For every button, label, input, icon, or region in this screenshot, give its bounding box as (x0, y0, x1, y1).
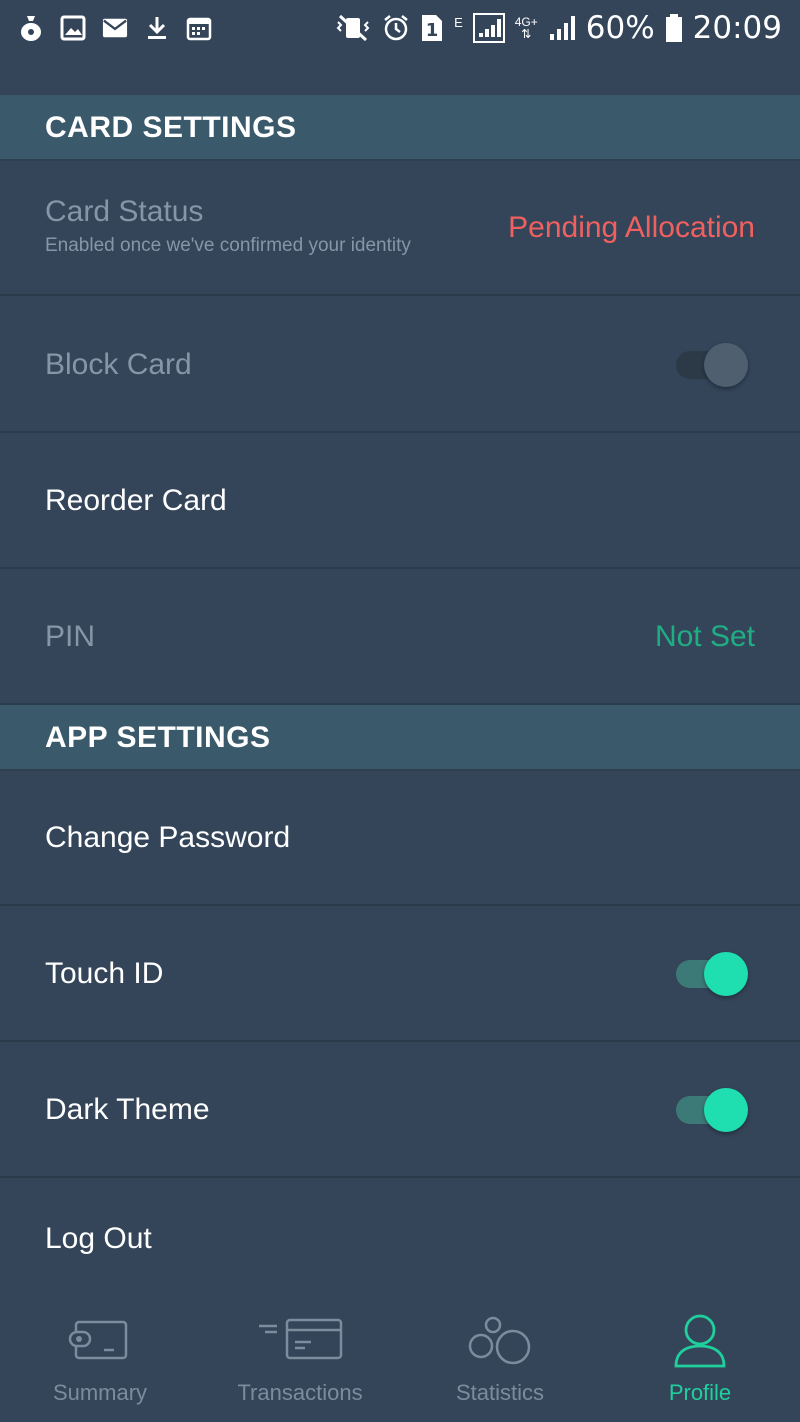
person-icon (655, 1312, 745, 1368)
reorder-card-label: Reorder Card (45, 483, 227, 517)
card-status-subtitle: Enabled once we've confirmed your identi… (45, 235, 411, 256)
alarm-icon (382, 13, 410, 43)
system-status: 1 E 4G+ ⇅ 60% 20:09 (334, 8, 782, 48)
calendar-icon (186, 15, 212, 41)
block-card-label: Block Card (45, 347, 192, 381)
sim-label: 1 (426, 20, 439, 41)
clock: 20:09 (692, 10, 782, 46)
battery-percent: 60% (585, 10, 655, 46)
tab-transactions-label: Transactions (237, 1380, 363, 1405)
money-bag-icon (18, 15, 44, 41)
card-icon (255, 1312, 345, 1368)
app-settings-header: APP SETTINGS (0, 705, 800, 771)
card-status-value: Pending Allocation (508, 210, 755, 244)
dark-theme-row: Dark Theme (0, 1043, 800, 1178)
toggle-knob (704, 1087, 748, 1132)
battery-icon (665, 13, 683, 43)
tab-statistics[interactable]: Statistics (400, 1298, 600, 1422)
change-password-row[interactable]: Change Password (0, 771, 800, 906)
tab-profile[interactable]: Profile (600, 1298, 800, 1422)
vibrate-mute-icon (334, 13, 372, 43)
card-status-label: Card Status (45, 195, 204, 228)
touch-id-toggle[interactable] (676, 950, 748, 998)
lte-indicator: 4G+ ⇅ (515, 13, 538, 43)
touch-id-label: Touch ID (45, 956, 164, 990)
network-type-text: E (454, 15, 463, 30)
data-arrows-icon: ⇅ (521, 27, 532, 41)
signal-box-icon (472, 13, 505, 43)
mail-icon (102, 15, 128, 41)
card-status-row: Card Status Enabled once we've confirmed… (0, 161, 800, 296)
block-card-row: Block Card (0, 298, 800, 433)
tab-summary-label: Summary (52, 1380, 148, 1405)
download-icon (144, 15, 170, 41)
block-card-toggle[interactable] (676, 341, 748, 389)
network-e-label: E (454, 13, 463, 43)
image-icon (60, 15, 86, 41)
dark-theme-label: Dark Theme (45, 1092, 210, 1126)
card-settings-header: CARD SETTINGS (0, 95, 800, 161)
tab-transactions[interactable]: Transactions (200, 1298, 400, 1422)
change-password-label: Change Password (45, 820, 291, 854)
bottom-tab-bar: Summary Transactions Statistics Profile (0, 1298, 800, 1422)
dark-theme-toggle[interactable] (676, 1086, 748, 1134)
toggle-knob (704, 342, 748, 387)
reorder-card-row[interactable]: Reorder Card (0, 434, 800, 569)
tab-profile-label: Profile (668, 1380, 732, 1405)
pin-label: PIN (45, 619, 96, 653)
card-settings-title: CARD SETTINGS (45, 111, 297, 144)
pin-row: PIN Not Set (0, 570, 800, 705)
pin-value: Not Set (654, 619, 755, 653)
sim-icon: 1 (420, 13, 444, 43)
tab-summary[interactable]: Summary (0, 1298, 200, 1422)
signal-icon (548, 13, 576, 43)
status-bar: 1 E 4G+ ⇅ 60% 20:09 (0, 0, 800, 95)
bubbles-icon (455, 1312, 545, 1368)
notification-icons (18, 12, 212, 44)
toggle-knob (704, 951, 748, 996)
log-out-label: Log Out (45, 1221, 152, 1255)
touch-id-row: Touch ID (0, 907, 800, 1042)
log-out-row[interactable]: Log Out (0, 1179, 800, 1298)
app-settings-title: APP SETTINGS (45, 721, 271, 754)
wallet-icon (55, 1312, 145, 1368)
tab-statistics-label: Statistics (455, 1380, 545, 1405)
